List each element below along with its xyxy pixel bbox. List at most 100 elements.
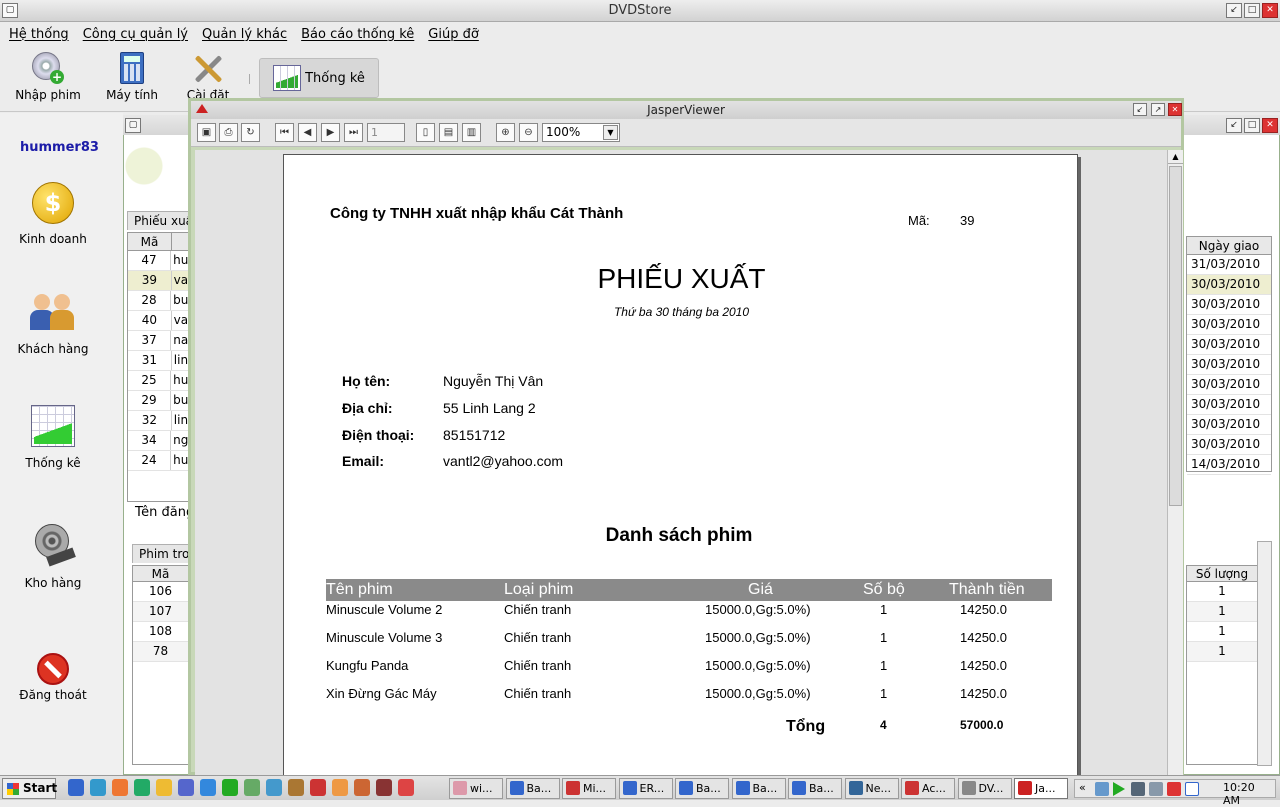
- taskbar-button[interactable]: Ba...: [788, 778, 842, 799]
- table-row[interactable]: 30/03/2010: [1187, 375, 1271, 395]
- menu-bao-cao[interactable]: Báo cáo thống kê: [301, 27, 414, 42]
- jasper-close-icon[interactable]: ✕: [1168, 103, 1182, 116]
- taskbar-button[interactable]: Ne...: [844, 778, 899, 799]
- table-row[interactable]: 28 bu: [128, 291, 188, 311]
- sidebar-item-stats[interactable]: Thống kê: [0, 405, 106, 470]
- antivirus-icon[interactable]: [1167, 782, 1181, 796]
- frame-restore-icon[interactable]: ↙: [1226, 118, 1242, 133]
- last-page-icon[interactable]: ⏭: [344, 123, 363, 142]
- quick-launch-icon[interactable]: [288, 779, 304, 796]
- table-row-sl[interactable]: 1: [1187, 622, 1257, 642]
- taskbar-button[interactable]: Mi...: [562, 778, 616, 799]
- window-menu-icon[interactable]: ▢: [2, 3, 18, 18]
- table-row[interactable]: 30/03/2010: [1187, 435, 1271, 455]
- scroll-thumb[interactable]: [1169, 166, 1182, 506]
- import-movie-button[interactable]: + Nhập phim: [10, 52, 86, 108]
- quick-launch-icon[interactable]: [178, 779, 194, 796]
- table-row-ma[interactable]: 107: [133, 602, 188, 622]
- menu-he-thong[interactable]: Hệ thống: [9, 27, 69, 42]
- taskbar-button[interactable]: Ja...: [1014, 778, 1068, 799]
- table-row[interactable]: 30/03/2010: [1187, 395, 1271, 415]
- reload-icon[interactable]: ↻: [241, 123, 260, 142]
- settings-button[interactable]: Cài đặt: [170, 52, 246, 102]
- table-row-sl[interactable]: 1: [1187, 602, 1257, 622]
- jasper-minimize-icon[interactable]: ↙: [1133, 103, 1147, 116]
- quick-launch-icon[interactable]: [376, 779, 392, 796]
- table-row[interactable]: 30/03/2010: [1187, 315, 1271, 335]
- network-icon[interactable]: [1095, 782, 1109, 796]
- table-row[interactable]: 24 hu: [128, 451, 188, 471]
- table-row-ma[interactable]: 108: [133, 622, 188, 642]
- table-row[interactable]: 29 bu: [128, 391, 188, 411]
- zoom-in-icon[interactable]: ⊕: [496, 123, 515, 142]
- table-row[interactable]: 47 hu: [128, 251, 188, 271]
- taskbar-button[interactable]: DV...: [957, 778, 1012, 799]
- quick-launch-icon[interactable]: [134, 779, 150, 796]
- table-row-sl[interactable]: 1: [1187, 642, 1257, 662]
- taskbar-button[interactable]: wi...: [449, 778, 503, 799]
- table-row[interactable]: 30/03/2010: [1187, 355, 1271, 375]
- table-row[interactable]: 31/03/2010: [1187, 255, 1271, 275]
- frame-maximize-icon[interactable]: □: [1244, 118, 1260, 133]
- first-page-icon[interactable]: ⏮: [275, 123, 294, 142]
- menu-quan-ly-khac[interactable]: Quản lý khác: [202, 27, 287, 42]
- menu-cong-cu[interactable]: Công cụ quản lý: [83, 27, 188, 42]
- maximize-icon[interactable]: □: [1244, 3, 1260, 18]
- taskbar-button[interactable]: Ba...: [505, 778, 560, 799]
- quick-launch-icon[interactable]: [244, 779, 260, 796]
- restore-icon[interactable]: ↙: [1226, 3, 1242, 18]
- start-button[interactable]: Start: [2, 778, 57, 799]
- table-row[interactable]: 40 va: [128, 311, 188, 331]
- quick-launch-icon[interactable]: [68, 779, 84, 796]
- taskbar-button[interactable]: Ba...: [731, 778, 786, 799]
- table-row[interactable]: 30/03/2010: [1187, 415, 1271, 435]
- frame-close-icon[interactable]: ✕: [1262, 118, 1278, 133]
- jasper-maximize-icon[interactable]: ↗: [1151, 103, 1165, 116]
- sidebar-item-logout[interactable]: Đăng thoát: [0, 653, 106, 702]
- quick-launch-icon[interactable]: [332, 779, 348, 796]
- table-row[interactable]: 30/03/2010: [1187, 275, 1271, 295]
- stats-toolbar-button[interactable]: Thống kê: [259, 58, 379, 98]
- frame-menu-icon[interactable]: ▢: [125, 118, 141, 133]
- actual-size-icon[interactable]: ▯: [416, 123, 435, 142]
- media-play-icon[interactable]: [1113, 782, 1125, 796]
- tray-expand-icon[interactable]: «: [1079, 781, 1086, 794]
- fit-width-icon[interactable]: ▥: [462, 123, 481, 142]
- table-row[interactable]: 32 lin: [128, 411, 188, 431]
- report-scrollbar[interactable]: ▲: [1167, 150, 1183, 776]
- quick-launch-icon[interactable]: [200, 779, 216, 796]
- speaker-icon[interactable]: [1149, 782, 1163, 796]
- table-row[interactable]: 31 lin: [128, 351, 188, 371]
- quick-launch-icon[interactable]: [112, 779, 128, 796]
- close-icon[interactable]: ✕: [1262, 3, 1278, 18]
- menu-giup-do[interactable]: Giúp đỡ: [428, 27, 479, 42]
- tab-phim-tro[interactable]: Phim tro: [132, 544, 197, 563]
- page-number-input[interactable]: 1: [367, 123, 405, 142]
- quick-launch-icon[interactable]: [354, 779, 370, 796]
- sidebar-item-warehouse[interactable]: Kho hàng: [0, 524, 106, 590]
- table-row[interactable]: 37 na: [128, 331, 188, 351]
- taskbar-button[interactable]: Ac...: [901, 778, 955, 799]
- monitor-icon[interactable]: [1131, 782, 1145, 796]
- calculator-button[interactable]: Máy tính: [94, 52, 170, 108]
- save-icon[interactable]: ▣: [197, 123, 216, 142]
- table-row-ma[interactable]: 78: [133, 642, 188, 662]
- table-row-ma[interactable]: 106: [133, 582, 188, 602]
- quick-launch-icon[interactable]: [310, 779, 326, 796]
- quick-launch-icon[interactable]: [90, 779, 106, 796]
- next-page-icon[interactable]: ▶: [321, 123, 340, 142]
- quick-launch-icon[interactable]: [398, 779, 414, 796]
- zoom-out-icon[interactable]: ⊖: [519, 123, 538, 142]
- quick-launch-icon[interactable]: [156, 779, 172, 796]
- table-row[interactable]: 30/03/2010: [1187, 295, 1271, 315]
- quick-launch-icon[interactable]: [222, 779, 238, 796]
- sidebar-item-customers[interactable]: Khách hàng: [0, 292, 106, 356]
- taskbar-button[interactable]: Ba...: [675, 778, 729, 799]
- chevron-down-icon[interactable]: ▼: [603, 125, 618, 140]
- zoom-select[interactable]: 100% ▼: [542, 123, 620, 142]
- table-row[interactable]: 34 ng: [128, 431, 188, 451]
- table-row[interactable]: 39 va: [128, 271, 188, 291]
- movie-table-scrollbar[interactable]: [1257, 541, 1272, 766]
- quick-launch-icon[interactable]: [266, 779, 282, 796]
- language-icon[interactable]: [1185, 782, 1199, 796]
